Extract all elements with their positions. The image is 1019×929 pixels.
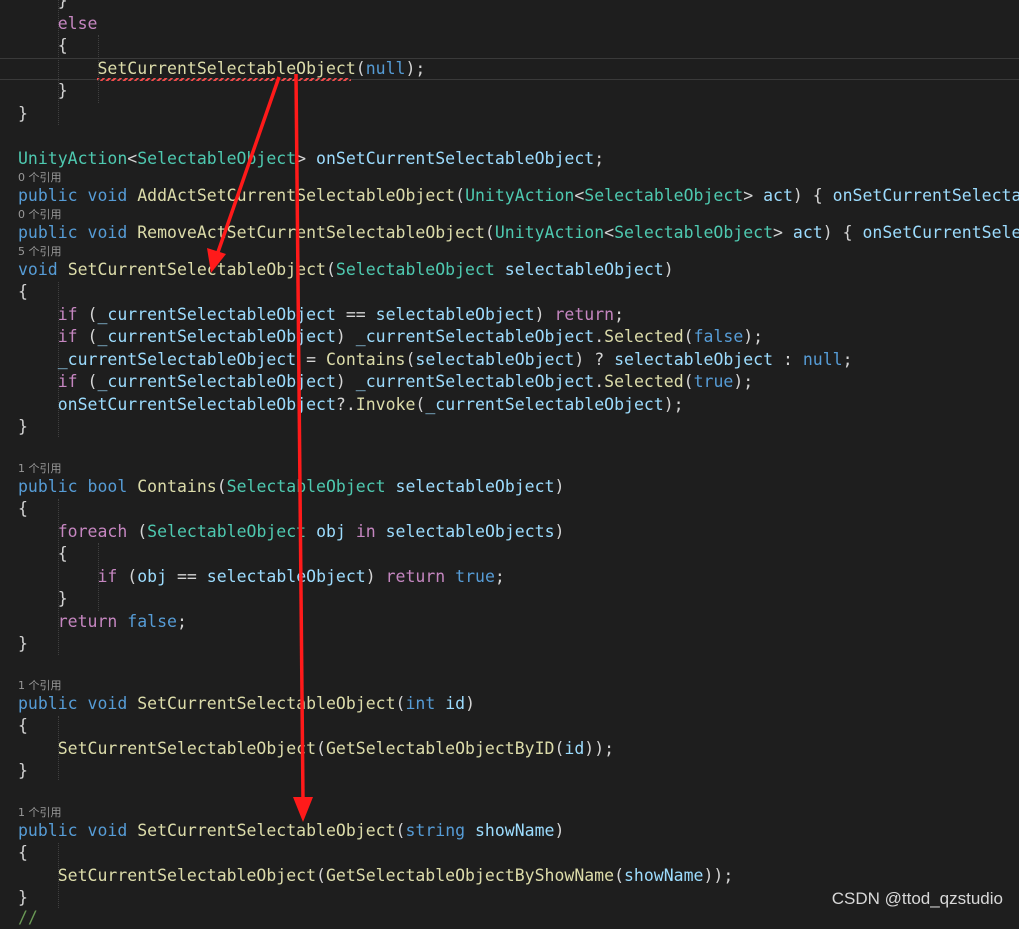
watermark-text: CSDN @ttod_qzstudio: [831, 889, 1003, 908]
arrow-head-long: [293, 797, 313, 822]
arrow-head-short: [207, 248, 226, 273]
arrow-shaft-long: [294, 73, 305, 801]
arrow-shaft-short: [215, 76, 281, 256]
annotation-arrows: [207, 73, 313, 822]
